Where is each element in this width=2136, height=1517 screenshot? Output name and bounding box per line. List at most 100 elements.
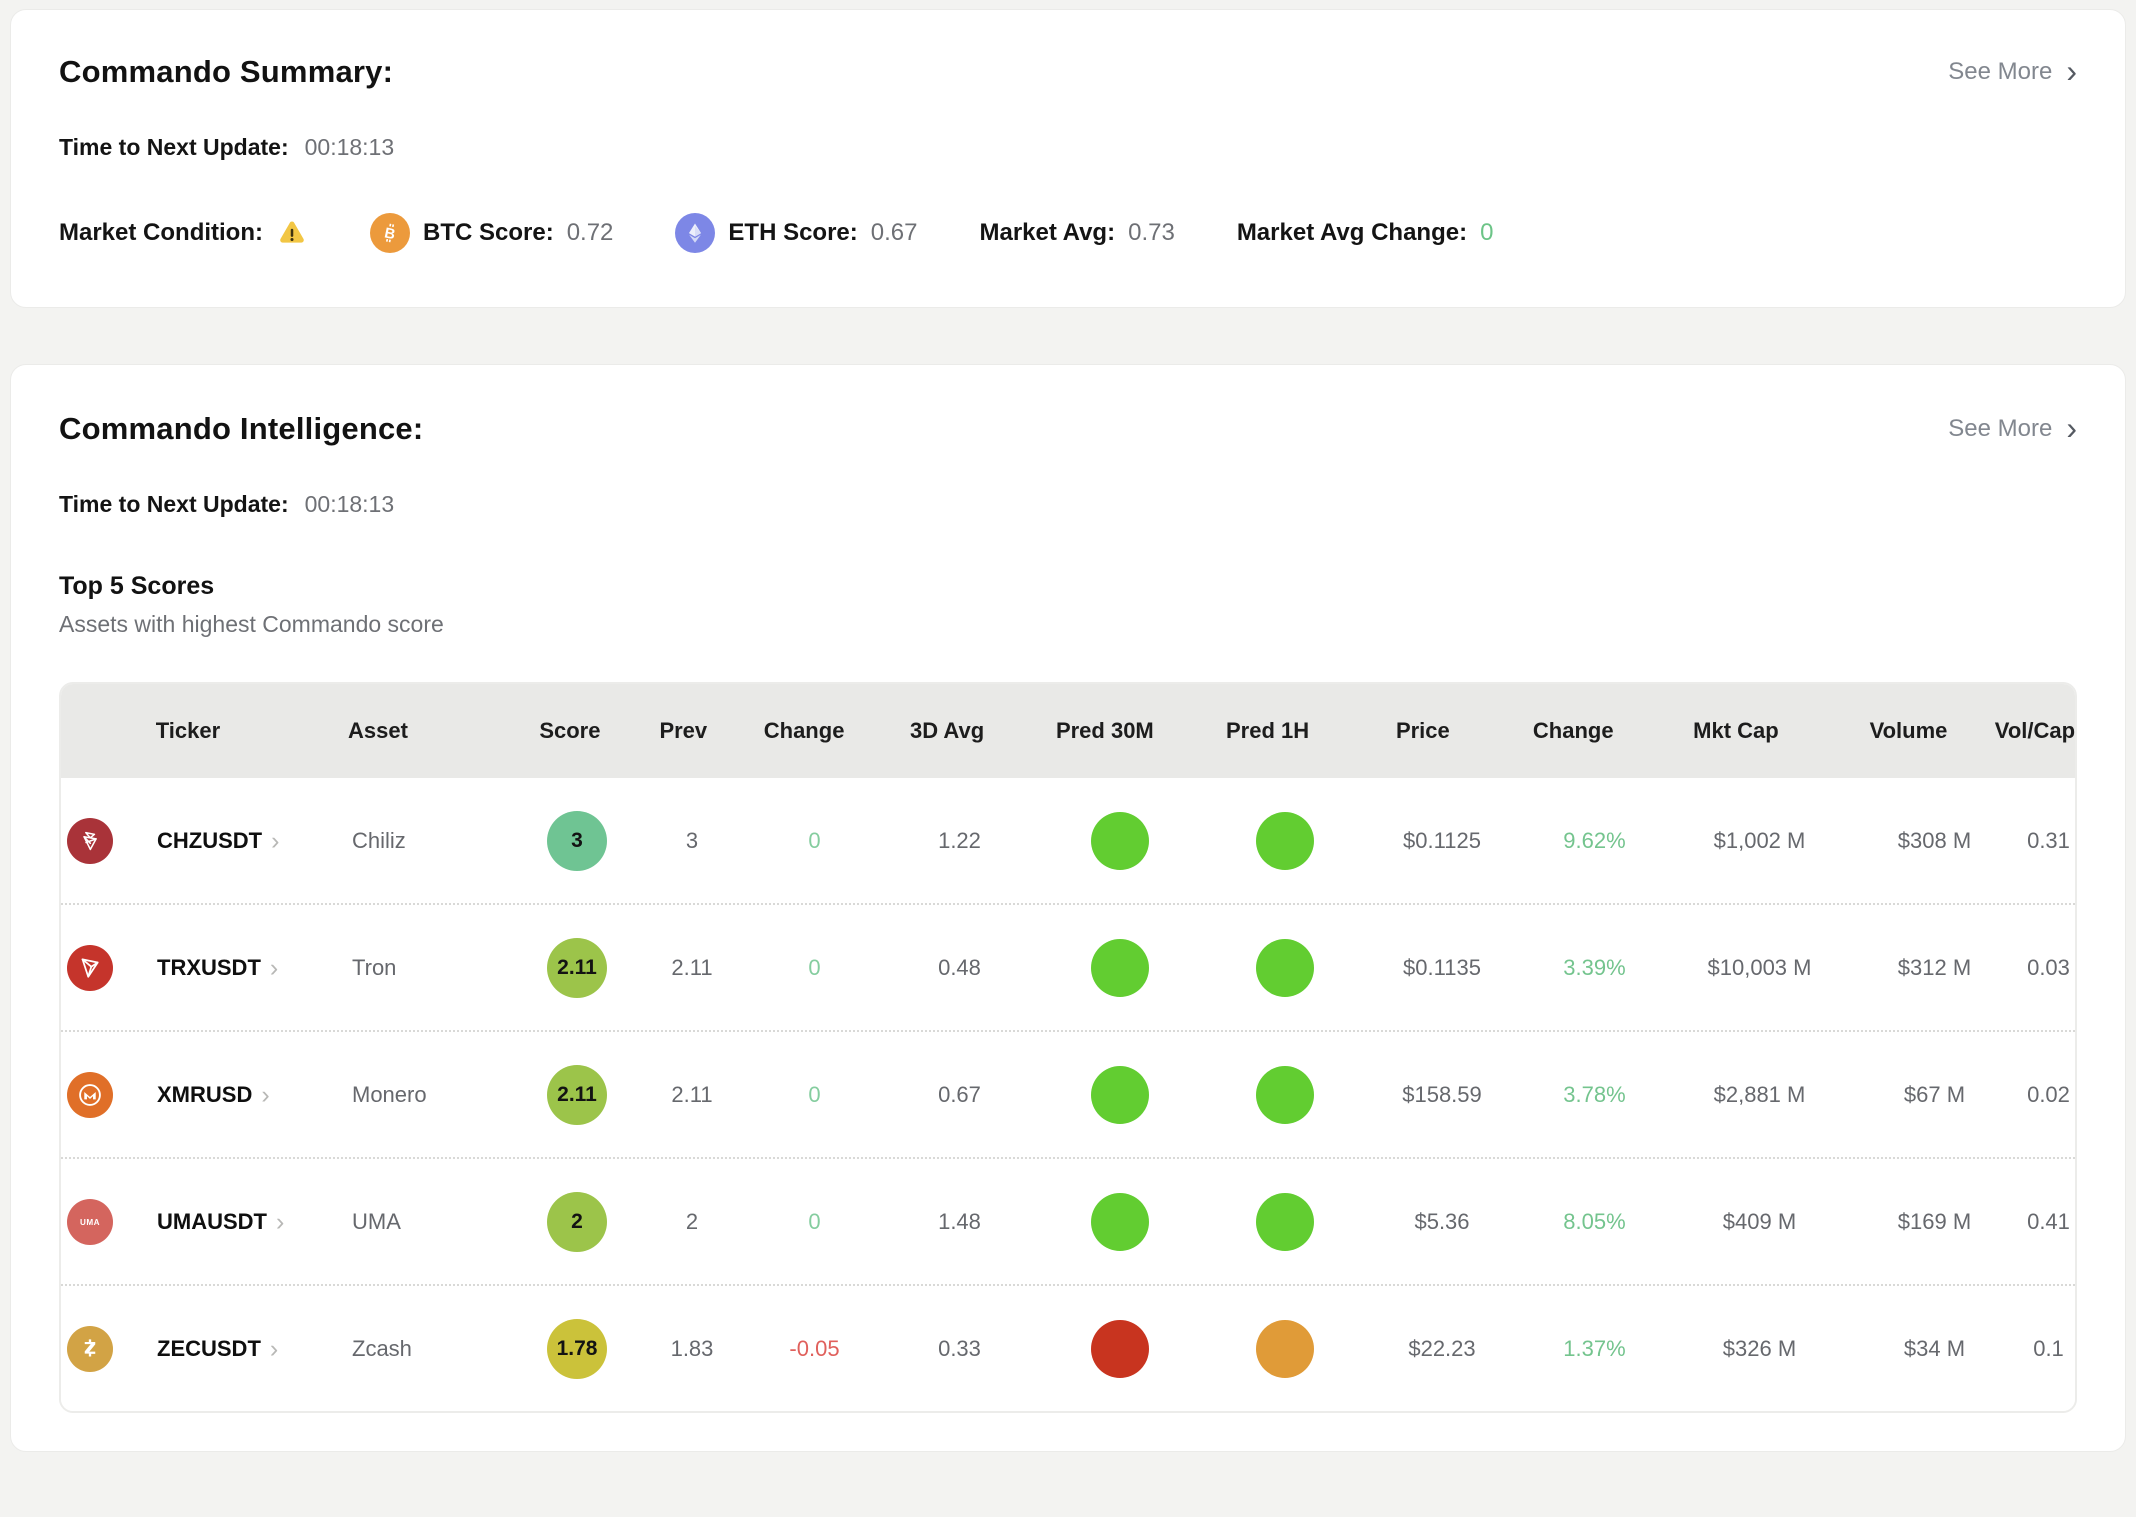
column-header-vol-cap: Vol/Cap [1995,718,2075,744]
score-badge: 2.11 [547,1065,607,1125]
ticker-label[interactable]: UMAUSDT [157,1209,267,1235]
ticker-label[interactable]: ZECUSDT [157,1336,261,1362]
market-avg-change-label: Market Avg Change: [1237,219,1467,247]
commando-summary-card: Commando Summary: See More › Time to Nex… [10,9,2126,308]
top5-header: Top 5 Scores Assets with highest Command… [59,572,2077,638]
price-value: $0.1125 [1367,828,1517,854]
pred-1h-indicator [1256,1193,1314,1251]
volume-value: $312 M [1847,955,2022,981]
time-to-next-update-value: 00:18:13 [305,134,395,161]
column-header-pred-1h: Pred 1H [1186,718,1349,744]
price-value: $22.23 [1367,1336,1517,1362]
volume-value: $169 M [1847,1209,2022,1235]
pred-30m-indicator [1091,812,1149,870]
avg-3d-value: 0.48 [882,955,1037,981]
summary-see-more-label: See More [1948,58,2052,86]
pred-1h-indicator [1256,1320,1314,1378]
asset-name: UMA [352,1209,517,1235]
score-badge: 1.78 [547,1319,607,1379]
ticker-label[interactable]: TRXUSDT [157,955,261,981]
market-avg-value: 0.73 [1128,219,1175,247]
column-header-score: Score [511,718,629,744]
market-avg-item: Market Avg: 0.73 [980,219,1175,247]
column-header-pred-30m: Pred 30M [1024,718,1187,744]
column-header-asset: Asset [348,718,511,744]
price-value: $5.36 [1367,1209,1517,1235]
market-condition-item: Market Condition: [59,217,308,249]
market-condition-label: Market Condition: [59,219,263,247]
svg-text:B: B [383,225,397,243]
btc-icon: B [370,213,410,253]
uma-icon: UMA [67,1199,113,1245]
pred-1h-indicator [1256,812,1314,870]
market-avg-label: Market Avg: [980,219,1116,247]
eth-score-label: ETH Score: [728,219,857,247]
price-change-value: 8.05% [1517,1209,1672,1235]
vol-cap-value: 0.02 [2022,1082,2075,1108]
price-change-value: 1.37% [1517,1336,1672,1362]
vol-cap-value: 0.41 [2022,1209,2075,1235]
time-to-next-update-label: Time to Next Update: [59,134,289,161]
table-row[interactable]: UMA UMAUSDT › UMA 2 2 0 1.48 $5.36 8.05%… [61,1157,2075,1284]
zcash-icon [67,1326,113,1372]
summary-title: Commando Summary: [59,54,393,90]
pred-30m-indicator [1091,1193,1149,1251]
chevron-right-icon: › [270,956,278,981]
price-change-value: 9.62% [1517,828,1672,854]
chevron-right-icon: › [270,1337,278,1362]
price-change-value: 3.39% [1517,955,1672,981]
score-change-value: 0 [747,955,882,981]
btc-score-item: B BTC Score: 0.72 [370,213,613,253]
asset-name: Monero [352,1082,517,1108]
price-value: $0.1135 [1367,955,1517,981]
avg-3d-value: 1.48 [882,1209,1037,1235]
time-to-next-update-value: 00:18:13 [305,491,395,518]
ticker-label[interactable]: XMRUSD [157,1082,252,1108]
intelligence-see-more-label: See More [1948,415,2052,443]
column-header-price: Price [1349,718,1497,744]
score-change-value: 0 [747,828,882,854]
market-cap-value: $409 M [1672,1209,1847,1235]
pred-1h-indicator [1256,1066,1314,1124]
price-value: $158.59 [1367,1082,1517,1108]
page: Commando Summary: See More › Time to Nex… [0,0,2136,1452]
prev-score-value: 2.11 [637,1082,747,1108]
column-header-mkt-cap: Mkt Cap [1650,718,1823,744]
price-change-value: 3.78% [1517,1082,1672,1108]
prev-score-value: 2 [637,1209,747,1235]
table-row[interactable]: XMRUSD › Monero 2.11 2.11 0 0.67 $158.59… [61,1030,2075,1157]
summary-see-more-link[interactable]: See More › [1948,58,2077,87]
avg-3d-value: 1.22 [882,828,1037,854]
column-header-change: Change [738,718,871,744]
ticker-label[interactable]: CHZUSDT [157,828,262,854]
asset-name: Chiliz [352,828,517,854]
score-change-value: 0 [747,1082,882,1108]
prev-score-value: 2.11 [637,955,747,981]
column-header-prev: Prev [629,718,737,744]
market-cap-value: $2,881 M [1672,1082,1847,1108]
avg-3d-value: 0.67 [882,1082,1037,1108]
time-to-next-update-label: Time to Next Update: [59,491,289,518]
column-header-3d-avg: 3D Avg [871,718,1024,744]
table-row[interactable]: TRXUSDT › Tron 2.11 2.11 0 0.48 $0.1135 … [61,903,2075,1030]
eth-icon [675,213,715,253]
intelligence-see-more-link[interactable]: See More › [1948,415,2077,444]
vol-cap-value: 0.1 [2022,1336,2075,1362]
pred-30m-indicator [1091,1320,1149,1378]
tron-icon [67,945,113,991]
chevron-right-icon: › [276,1210,284,1235]
column-header-change: Change [1497,718,1650,744]
vol-cap-value: 0.03 [2022,955,2075,981]
column-header-volume: Volume [1822,718,1995,744]
score-change-value: -0.05 [747,1336,882,1362]
market-avg-change-item: Market Avg Change: 0 [1237,219,1494,247]
prev-score-value: 1.83 [637,1336,747,1362]
score-badge: 2 [547,1192,607,1252]
monero-icon [67,1072,113,1118]
table-row[interactable]: ZECUSDT › Zcash 1.78 1.83 -0.05 0.33 $22… [61,1284,2075,1411]
volume-value: $308 M [1847,828,2022,854]
table-body: CHZUSDT › Chiliz 3 3 0 1.22 $0.1125 9.62… [61,778,2075,1411]
table-row[interactable]: CHZUSDT › Chiliz 3 3 0 1.22 $0.1125 9.62… [61,778,2075,903]
top5-title: Top 5 Scores [59,572,2077,601]
score-badge: 2.11 [547,938,607,998]
